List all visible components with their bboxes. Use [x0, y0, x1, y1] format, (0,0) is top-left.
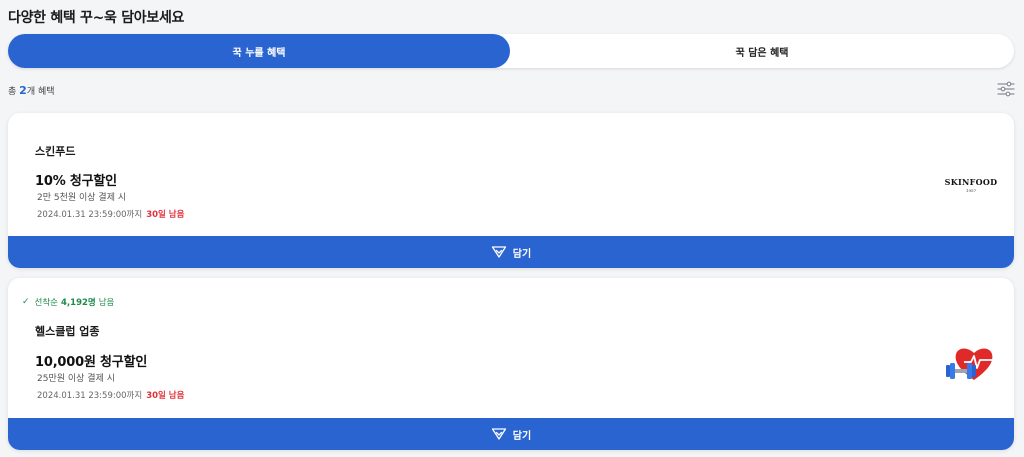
- filter-button[interactable]: [996, 80, 1016, 98]
- benefit-count: 총 2개 혜택: [8, 84, 55, 97]
- remaining-days: 30일 남음: [146, 391, 185, 401]
- brand-name: 스킨푸드: [35, 145, 76, 158]
- firstcome-badge: ✓ 선착순 4,192명 남음: [22, 296, 114, 308]
- save-label: 담기: [512, 248, 532, 260]
- discount-condition: 2만 5천원 이상 결제 시: [37, 193, 127, 203]
- logo-text: SKINFOOD: [944, 177, 998, 187]
- benefit-card[interactable]: 스킨푸드 10% 청구할인 2만 5천원 이상 결제 시 2024.01.31 …: [8, 113, 1014, 268]
- deadline-date: 2024.01.31 23:59:00까지: [37, 210, 143, 220]
- remaining-days: 30일 남음: [146, 210, 185, 220]
- skinfood-logo: SKINFOOD 1957: [944, 177, 998, 193]
- count-suffix: 개 혜택: [26, 87, 55, 97]
- benefit-card[interactable]: ✓ 선착순 4,192명 남음 헬스클럽 업종 10,000원 청구할인 25만…: [8, 278, 1014, 450]
- heart-dumbbell-icon: [944, 344, 1000, 384]
- deadline: 2024.01.31 23:59:00까지 30일 남음: [37, 389, 184, 401]
- discount-title: 10,000원 청구할인: [35, 355, 148, 370]
- save-button[interactable]: 담기: [8, 418, 1014, 450]
- firstcome-suffix: 남음: [98, 298, 115, 308]
- tab-press-benefits[interactable]: 꾹 누를 혜택: [8, 34, 510, 68]
- save-icon: [491, 246, 506, 258]
- page-title: 다양한 혜택 꾸~욱 담아보세요: [8, 10, 185, 26]
- discount-title: 10% 청구할인: [35, 174, 117, 189]
- tab-saved-benefits[interactable]: 꾹 담은 혜택: [510, 34, 1014, 68]
- discount-condition: 25만원 이상 결제 시: [37, 374, 115, 384]
- check-icon: ✓: [22, 297, 30, 307]
- deadline: 2024.01.31 23:59:00까지 30일 남음: [37, 208, 184, 220]
- benefit-tabs: 꾹 누를 혜택 꾹 담은 혜택: [8, 34, 1014, 68]
- count-prefix: 총: [8, 87, 20, 97]
- save-button[interactable]: 담기: [8, 236, 1014, 268]
- count-number: 2: [19, 84, 27, 97]
- logo-year: 1957: [965, 188, 977, 193]
- brand-name: 헬스클럽 업종: [35, 325, 100, 338]
- firstcome-prefix: 선착순: [34, 298, 59, 308]
- firstcome-count: 4,192명: [61, 298, 96, 308]
- deadline-date: 2024.01.31 23:59:00까지: [37, 391, 143, 401]
- filter-sliders-icon: [997, 81, 1015, 97]
- save-icon: [491, 428, 506, 440]
- save-label: 담기: [512, 430, 532, 442]
